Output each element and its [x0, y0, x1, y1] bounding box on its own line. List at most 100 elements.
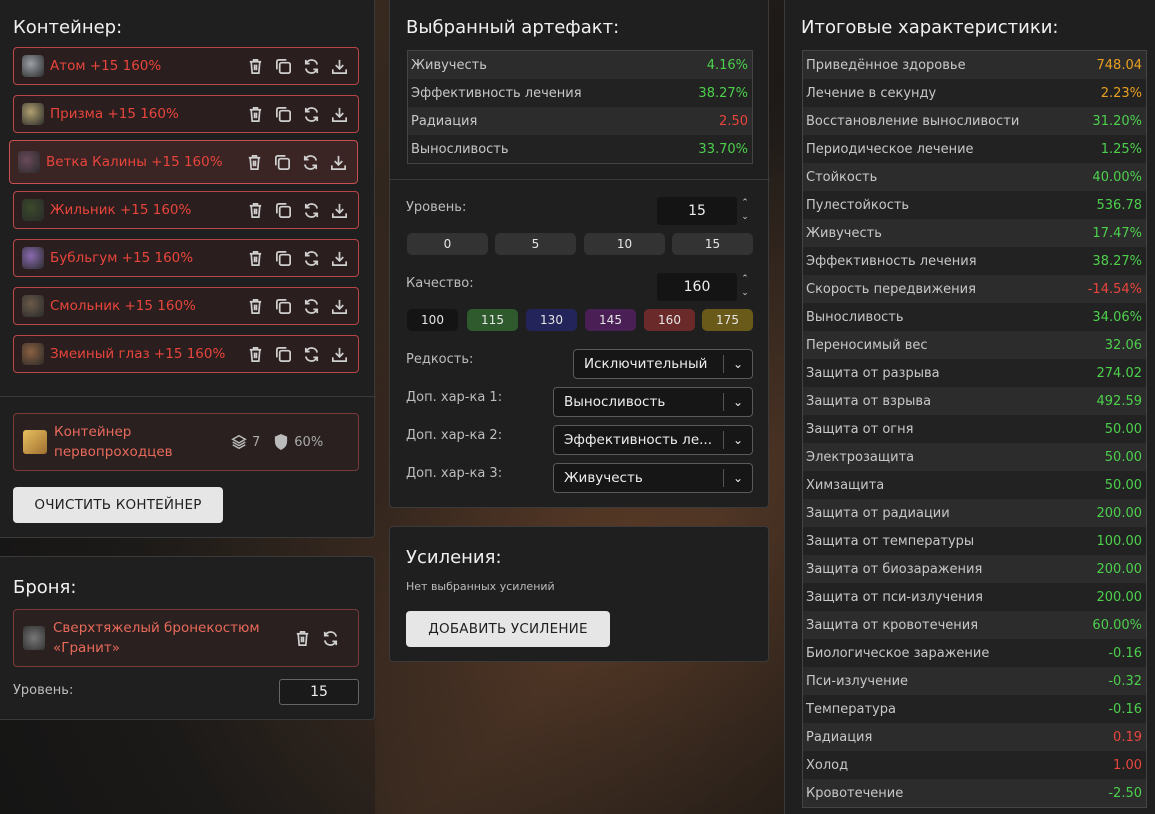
- stat-name: Выносливость: [806, 309, 904, 325]
- level-preset-button[interactable]: 10: [584, 233, 665, 255]
- copy-icon[interactable]: [274, 57, 293, 76]
- trash-icon[interactable]: [246, 249, 265, 268]
- stat-row: Эффективность лечения 38.27%: [803, 247, 1146, 275]
- extra2-value: Эффективность ле...: [564, 432, 712, 448]
- refresh-icon[interactable]: [321, 629, 340, 648]
- stat-name: Холод: [806, 757, 849, 773]
- level-preset-button[interactable]: 5: [495, 233, 576, 255]
- trash-icon[interactable]: [246, 297, 265, 316]
- quality-preset-button[interactable]: 175: [702, 309, 753, 331]
- artifact-row[interactable]: Призма +15 160%: [13, 95, 359, 133]
- copy-icon[interactable]: [273, 153, 292, 172]
- trash-icon[interactable]: [246, 345, 265, 364]
- extra3-select[interactable]: Живучесть ⌄: [553, 463, 753, 493]
- totals-title: Итоговые характеристики:: [801, 17, 1059, 38]
- stat-row: Восстановление выносливости 31.20%: [803, 107, 1146, 135]
- artifact-actions: [246, 57, 349, 76]
- copy-icon[interactable]: [274, 297, 293, 316]
- quality-preset-button[interactable]: 145: [585, 309, 636, 331]
- refresh-icon[interactable]: [302, 201, 321, 220]
- trash-icon[interactable]: [246, 105, 265, 124]
- stat-name: Защита от биозаражения: [806, 561, 983, 577]
- stat-row: Переносимый вес 32.06: [803, 331, 1146, 359]
- quality-input[interactable]: 160: [657, 273, 737, 301]
- extra2-select[interactable]: Эффективность ле... ⌄: [553, 425, 753, 455]
- download-icon[interactable]: [330, 57, 349, 76]
- download-icon[interactable]: [330, 105, 349, 124]
- armor-level-input[interactable]: 15: [279, 679, 359, 705]
- level-up-icon[interactable]: ⌃: [739, 198, 751, 208]
- artifact-actions: [246, 201, 349, 220]
- totals-stats-table: Приведённое здоровье 748.04 Лечение в секу…: [802, 50, 1147, 808]
- trash-icon[interactable]: [246, 57, 265, 76]
- stat-value: 1.00: [1113, 757, 1142, 773]
- level-input[interactable]: 15: [657, 197, 737, 225]
- quality-label: Качество:: [406, 276, 474, 291]
- stat-row: Защита от огня 50.00: [803, 415, 1146, 443]
- copy-icon[interactable]: [274, 105, 293, 124]
- stat-value: 748.04: [1096, 57, 1143, 73]
- refresh-icon[interactable]: [302, 297, 321, 316]
- rarity-select[interactable]: Исключительный ⌄: [573, 349, 753, 379]
- download-icon[interactable]: [330, 201, 349, 220]
- stat-value: 60.00%: [1092, 617, 1142, 633]
- download-icon[interactable]: [330, 297, 349, 316]
- stat-value: 4.16%: [706, 57, 748, 73]
- level-preset-button[interactable]: 15: [672, 233, 753, 255]
- stat-row: Пулестойкость 536.78: [803, 191, 1146, 219]
- stat-value: 38.27%: [1092, 253, 1142, 269]
- chevron-down-icon: ⌄: [732, 395, 744, 409]
- artifact-row[interactable]: Бубльгум +15 160%: [13, 239, 359, 277]
- add-boost-button[interactable]: ДОБАВИТЬ УСИЛЕНИЕ: [406, 611, 610, 647]
- stat-name: Защита от разрыва: [806, 365, 940, 381]
- level-down-icon[interactable]: ⌄: [739, 212, 751, 222]
- quality-preset-button[interactable]: 130: [526, 309, 577, 331]
- chevron-down-icon: ⌄: [732, 433, 744, 447]
- stat-name: Эффективность лечения: [411, 85, 582, 101]
- extra3-value: Живучесть: [564, 470, 643, 486]
- stat-value: -14.54%: [1087, 281, 1142, 297]
- copy-icon[interactable]: [274, 249, 293, 268]
- container-item[interactable]: Контейнер первопроходцев 7 60%: [13, 413, 359, 471]
- refresh-icon[interactable]: [301, 153, 320, 172]
- quality-preset-button[interactable]: 100: [407, 309, 458, 331]
- artifact-row[interactable]: Смольник +15 160%: [13, 287, 359, 325]
- refresh-icon[interactable]: [302, 57, 321, 76]
- refresh-icon[interactable]: [302, 249, 321, 268]
- refresh-icon[interactable]: [302, 345, 321, 364]
- stat-row: Защита от разрыва 274.02: [803, 359, 1146, 387]
- copy-icon[interactable]: [274, 345, 293, 364]
- chevron-down-icon: ⌄: [732, 357, 744, 371]
- boosts-title: Усиления:: [406, 547, 502, 568]
- copy-icon[interactable]: [274, 201, 293, 220]
- artifact-name: Ветка Калины +15 160%: [46, 154, 223, 170]
- artifact-row[interactable]: Атом +15 160%: [13, 47, 359, 85]
- level-preset-button[interactable]: 0: [407, 233, 488, 255]
- stat-row: Холод 1.00: [803, 751, 1146, 779]
- download-icon[interactable]: [329, 153, 348, 172]
- artifact-row[interactable]: Змеиный глаз +15 160%: [13, 335, 359, 373]
- quality-up-icon[interactable]: ⌃: [739, 274, 751, 284]
- chevron-down-icon: ⌄: [732, 471, 744, 485]
- download-icon[interactable]: [330, 345, 349, 364]
- artifact-row[interactable]: Жильник +15 160%: [13, 191, 359, 229]
- stat-row: Выносливость 33.70%: [408, 135, 752, 163]
- download-icon[interactable]: [330, 249, 349, 268]
- trash-icon[interactable]: [246, 201, 265, 220]
- stat-value: -0.16: [1108, 701, 1142, 717]
- trash-icon[interactable]: [293, 629, 312, 648]
- quality-preset-button[interactable]: 115: [467, 309, 518, 331]
- artifact-actions: [245, 153, 348, 172]
- trash-icon[interactable]: [245, 153, 264, 172]
- artifact-icon: [22, 199, 44, 221]
- armor-item[interactable]: Сверхтяжелый бронекостюм «Гранит»: [13, 609, 359, 667]
- quality-preset-button[interactable]: 160: [644, 309, 695, 331]
- stat-value: 100.00: [1096, 533, 1143, 549]
- artifact-row[interactable]: Ветка Калины +15 160%: [9, 140, 358, 184]
- stat-value: 38.27%: [698, 85, 748, 101]
- clear-container-button[interactable]: ОЧИСТИТЬ КОНТЕЙНЕР: [13, 487, 223, 523]
- extra1-select[interactable]: Выносливость ⌄: [553, 387, 753, 417]
- stat-name: Защита от кровотечения: [806, 617, 979, 633]
- refresh-icon[interactable]: [302, 105, 321, 124]
- quality-down-icon[interactable]: ⌄: [739, 288, 751, 298]
